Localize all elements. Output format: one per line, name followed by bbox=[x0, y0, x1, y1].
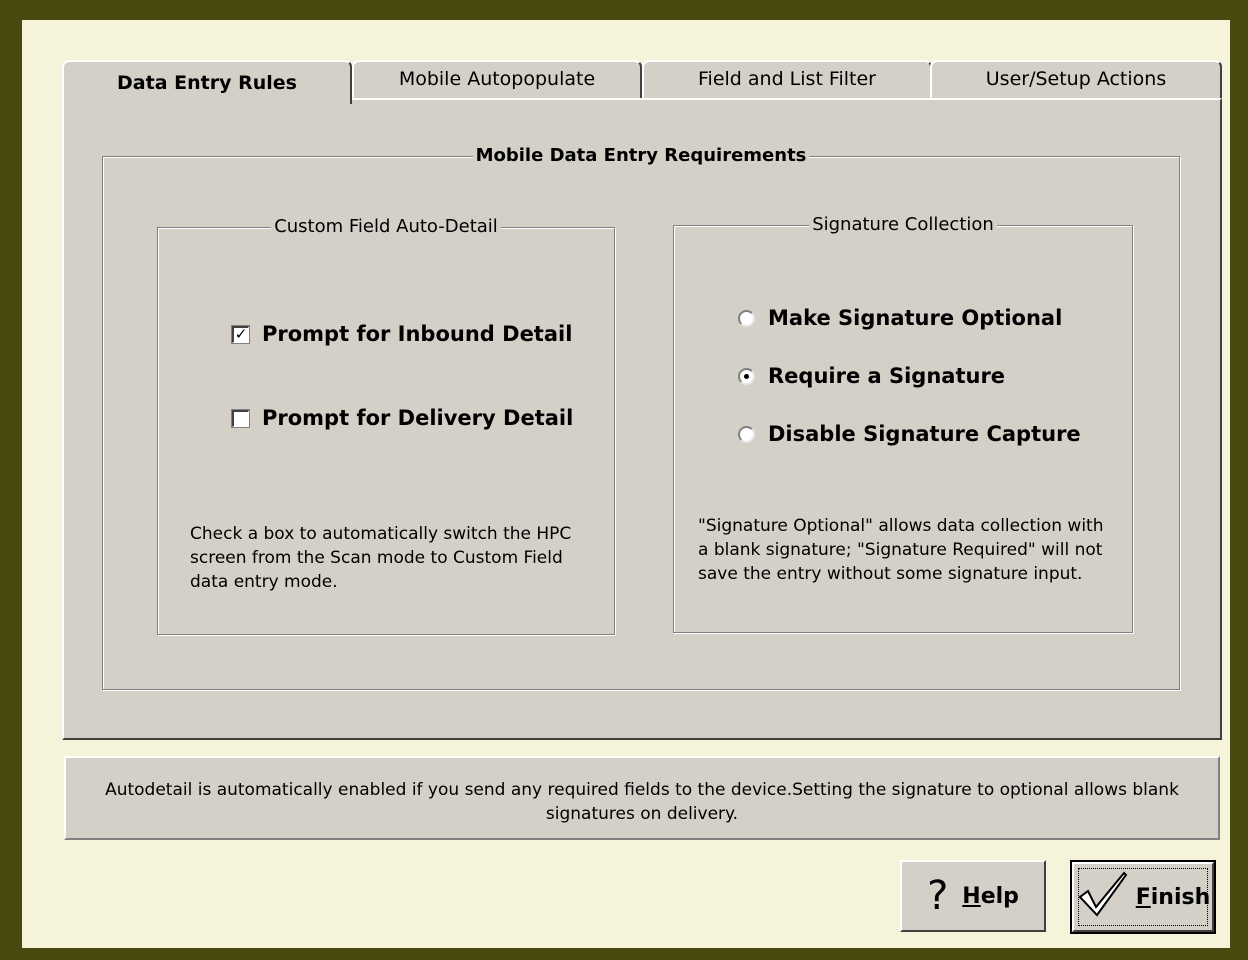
tab-label: Mobile Autopopulate bbox=[398, 68, 596, 90]
focus-rectangle bbox=[1078, 868, 1208, 926]
tab-mobile-autopopulate[interactable]: Mobile Autopopulate bbox=[352, 60, 642, 98]
checkbox-label: Prompt for Inbound Detail bbox=[262, 322, 573, 346]
radio-button[interactable] bbox=[738, 425, 755, 443]
tab-label: User/Setup Actions bbox=[985, 68, 1167, 90]
group-title: Mobile Data Entry Requirements bbox=[103, 144, 1179, 168]
tab-label: Data Entry Rules bbox=[117, 72, 297, 94]
prompt-delivery-detail-checkbox[interactable]: Prompt for Delivery Detail bbox=[231, 406, 574, 430]
tab-user-setup-actions[interactable]: User/Setup Actions bbox=[930, 60, 1222, 98]
help-button-label: Help bbox=[962, 883, 1019, 909]
radio-label: Require a Signature bbox=[768, 364, 1006, 388]
signature-collection-group: Signature Collection Make Signature Opti… bbox=[673, 214, 1133, 633]
tab-field-and-list-filter[interactable]: Field and List Filter bbox=[642, 60, 932, 98]
tab-page-data-entry-rules: Mobile Data Entry Requirements Custom Fi… bbox=[62, 98, 1222, 740]
tab-data-entry-rules[interactable]: Data Entry Rules bbox=[62, 60, 352, 104]
group-title: Signature Collection bbox=[674, 213, 1132, 237]
finish-button[interactable]: Finish bbox=[1070, 860, 1216, 934]
question-mark-icon: ? bbox=[927, 873, 949, 919]
checkbox-box[interactable]: ✓ bbox=[231, 324, 250, 344]
radio-label: Disable Signature Capture bbox=[768, 422, 1081, 446]
disable-signature-capture-radio[interactable]: Disable Signature Capture bbox=[738, 422, 1081, 446]
checkbox-label: Prompt for Delivery Detail bbox=[262, 406, 574, 430]
dialog-client-area: Data Entry Rules Mobile Autopopulate Fie… bbox=[22, 20, 1230, 948]
checkbox-box[interactable] bbox=[231, 408, 250, 428]
info-text: Autodetail is automatically enabled if y… bbox=[105, 780, 1179, 824]
require-signature-radio[interactable]: Require a Signature bbox=[738, 364, 1005, 388]
radio-button[interactable] bbox=[738, 309, 755, 327]
custom-field-auto-detail-group: Custom Field Auto-Detail ✓ Prompt for In… bbox=[157, 216, 615, 635]
custom-field-help-text: Check a box to automatically switch the … bbox=[190, 524, 572, 592]
tab-label: Field and List Filter bbox=[698, 68, 876, 90]
radio-button[interactable] bbox=[738, 367, 755, 385]
group-title: Custom Field Auto-Detail bbox=[158, 215, 614, 239]
info-panel: Autodetail is automatically enabled if y… bbox=[64, 756, 1220, 840]
signature-help-text: "Signature Optional" allows data collect… bbox=[698, 516, 1104, 584]
dialog-window: Data Entry Rules Mobile Autopopulate Fie… bbox=[10, 8, 1236, 948]
mobile-data-entry-requirements-group: Mobile Data Entry Requirements Custom Fi… bbox=[102, 145, 1180, 690]
radio-label: Make Signature Optional bbox=[768, 306, 1063, 330]
help-button[interactable]: ? Help bbox=[900, 860, 1046, 932]
prompt-inbound-detail-checkbox[interactable]: ✓ Prompt for Inbound Detail bbox=[231, 322, 573, 346]
make-signature-optional-radio[interactable]: Make Signature Optional bbox=[738, 306, 1062, 330]
